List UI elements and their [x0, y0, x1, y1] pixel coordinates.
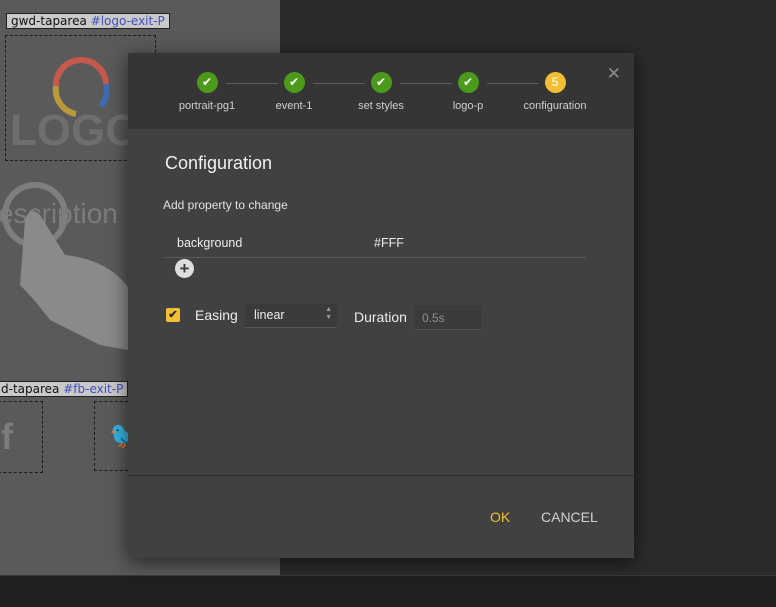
taparea-label-logo[interactable]: gwd-taparea #logo-exit-P [6, 13, 170, 29]
check-icon: ✔ [283, 72, 305, 93]
check-icon: ✔ [457, 72, 479, 93]
duration-input[interactable]: 0.5s [414, 305, 481, 330]
logo-ghost-text: LOGO [10, 106, 140, 155]
duration-placeholder: 0.5s [422, 311, 445, 325]
check-icon: ✔ [370, 72, 392, 93]
easing-checkbox[interactable]: ✔ [166, 308, 180, 322]
taparea-name: gwd-taparea [11, 14, 87, 28]
select-arrows-icon: ▲ ▼ [325, 306, 332, 321]
wizard-stepper: ✔ portrait-pg1 ✔ event-1 ✔ set styles ✔ … [128, 53, 634, 129]
easing-label: Easing [195, 307, 238, 323]
configuration-dialog: ✔ portrait-pg1 ✔ event-1 ✔ set styles ✔ … [128, 53, 634, 558]
taparea-id: #logo-exit-P [90, 14, 165, 28]
taparea-label-fb[interactable]: d-taparea #fb-exit-P [0, 381, 129, 397]
footer-divider [128, 475, 634, 476]
taparea-id: #fb-exit-P [63, 382, 124, 396]
bottom-toolbar [0, 575, 776, 607]
property-row[interactable]: background #FFF [163, 231, 586, 258]
facebook-taparea-box[interactable]: f [0, 401, 43, 473]
ok-button[interactable]: OK [490, 509, 510, 525]
facebook-icon: f [1, 416, 13, 457]
taparea-name: d-taparea [1, 382, 60, 396]
step-label: configuration [523, 100, 587, 112]
easing-select[interactable]: linear ▲ ▼ [245, 304, 337, 328]
property-name[interactable]: background [177, 236, 242, 250]
property-value[interactable]: #FFF [374, 236, 404, 250]
plus-icon[interactable]: + [175, 259, 194, 278]
tap-gesture-icon [2, 182, 130, 350]
add-property-label: Add property to change [163, 198, 288, 212]
easing-selected-value: linear [254, 308, 285, 322]
check-icon: ✔ [196, 72, 218, 93]
close-icon[interactable]: ✕ [607, 64, 621, 84]
duration-label: Duration [354, 309, 407, 325]
dialog-title: Configuration [165, 153, 273, 173]
step-number-badge: 5 [544, 72, 566, 93]
step-configuration[interactable]: 5 configuration [500, 72, 610, 112]
cancel-button[interactable]: CANCEL [541, 509, 598, 525]
